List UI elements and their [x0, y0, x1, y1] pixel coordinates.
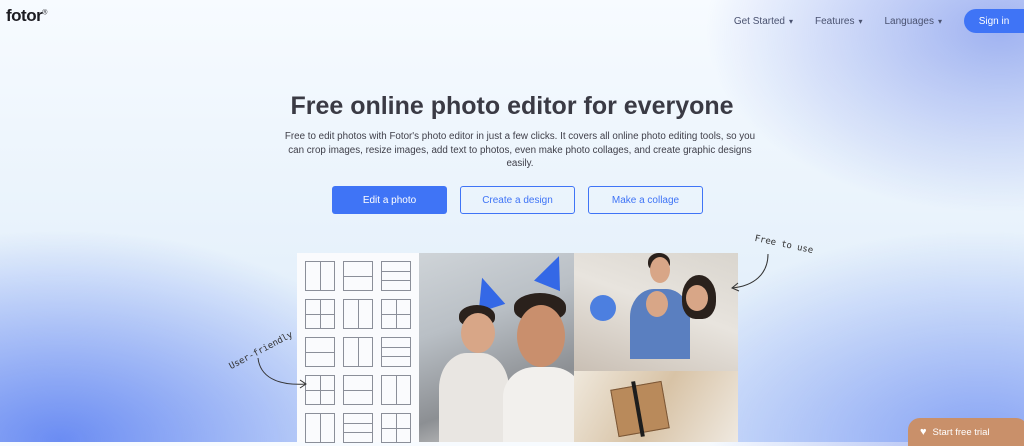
collage-template[interactable]: [343, 261, 373, 291]
kid-face: [646, 291, 668, 317]
mom-face: [686, 285, 708, 311]
chevron-down-icon: ▾: [937, 16, 942, 26]
collage-template[interactable]: [305, 413, 335, 443]
page-title: Free online photo editor for everyone: [290, 92, 734, 120]
collage-template[interactable]: [381, 261, 411, 291]
collage-template[interactable]: [381, 299, 411, 329]
arrow-icon: [731, 253, 769, 292]
gift-photo: [574, 371, 738, 442]
collage-template[interactable]: [343, 337, 373, 367]
collage-template[interactable]: [381, 375, 411, 405]
family-photo: [574, 253, 738, 371]
arrow-icon: [257, 357, 307, 389]
chevron-down-icon: ▾: [858, 16, 863, 26]
start-free-trial-label: Start free trial: [932, 426, 990, 438]
child-shirt: [439, 353, 509, 442]
nav-get-started[interactable]: Get Started ▾: [734, 16, 793, 27]
create-design-button[interactable]: Create a design: [460, 186, 575, 214]
father-shirt: [503, 367, 574, 442]
nav-languages-label: Languages: [884, 15, 934, 27]
collage-template[interactable]: [381, 413, 411, 443]
nav-features-label: Features: [815, 15, 855, 27]
collage-template[interactable]: [305, 299, 335, 329]
registered-mark: ®: [42, 9, 47, 17]
balloon: [590, 295, 616, 321]
fotor-logo[interactable]: fotor®: [6, 6, 47, 26]
party-photo: [419, 253, 574, 442]
top-nav: Get Started ▾ Features ▾ Languages ▾ Sig…: [734, 9, 1024, 33]
nav-get-started-label: Get Started: [733, 15, 785, 27]
nav-features[interactable]: Features ▾: [815, 16, 862, 27]
child-face: [461, 313, 495, 353]
collage-template[interactable]: [343, 375, 373, 405]
collage-template[interactable]: [343, 413, 373, 443]
make-collage-button[interactable]: Make a collage: [588, 186, 703, 214]
collage-template-panel: [297, 253, 419, 443]
dad-face: [650, 257, 670, 283]
chevron-down-icon: ▾: [788, 16, 793, 26]
heart-icon: ♥: [920, 426, 927, 438]
logo-text: fotor: [6, 6, 43, 25]
father-face: [517, 305, 565, 367]
collage-template[interactable]: [305, 261, 335, 291]
collage-template[interactable]: [381, 337, 411, 367]
hero-description: Free to edit photos with Fotor's photo e…: [284, 131, 756, 169]
party-hat: [534, 253, 572, 292]
collage-template[interactable]: [343, 299, 373, 329]
edit-photo-button[interactable]: Edit a photo: [332, 186, 447, 214]
sign-in-button[interactable]: Sign in: [964, 9, 1024, 33]
nav-languages[interactable]: Languages ▾: [884, 16, 942, 27]
